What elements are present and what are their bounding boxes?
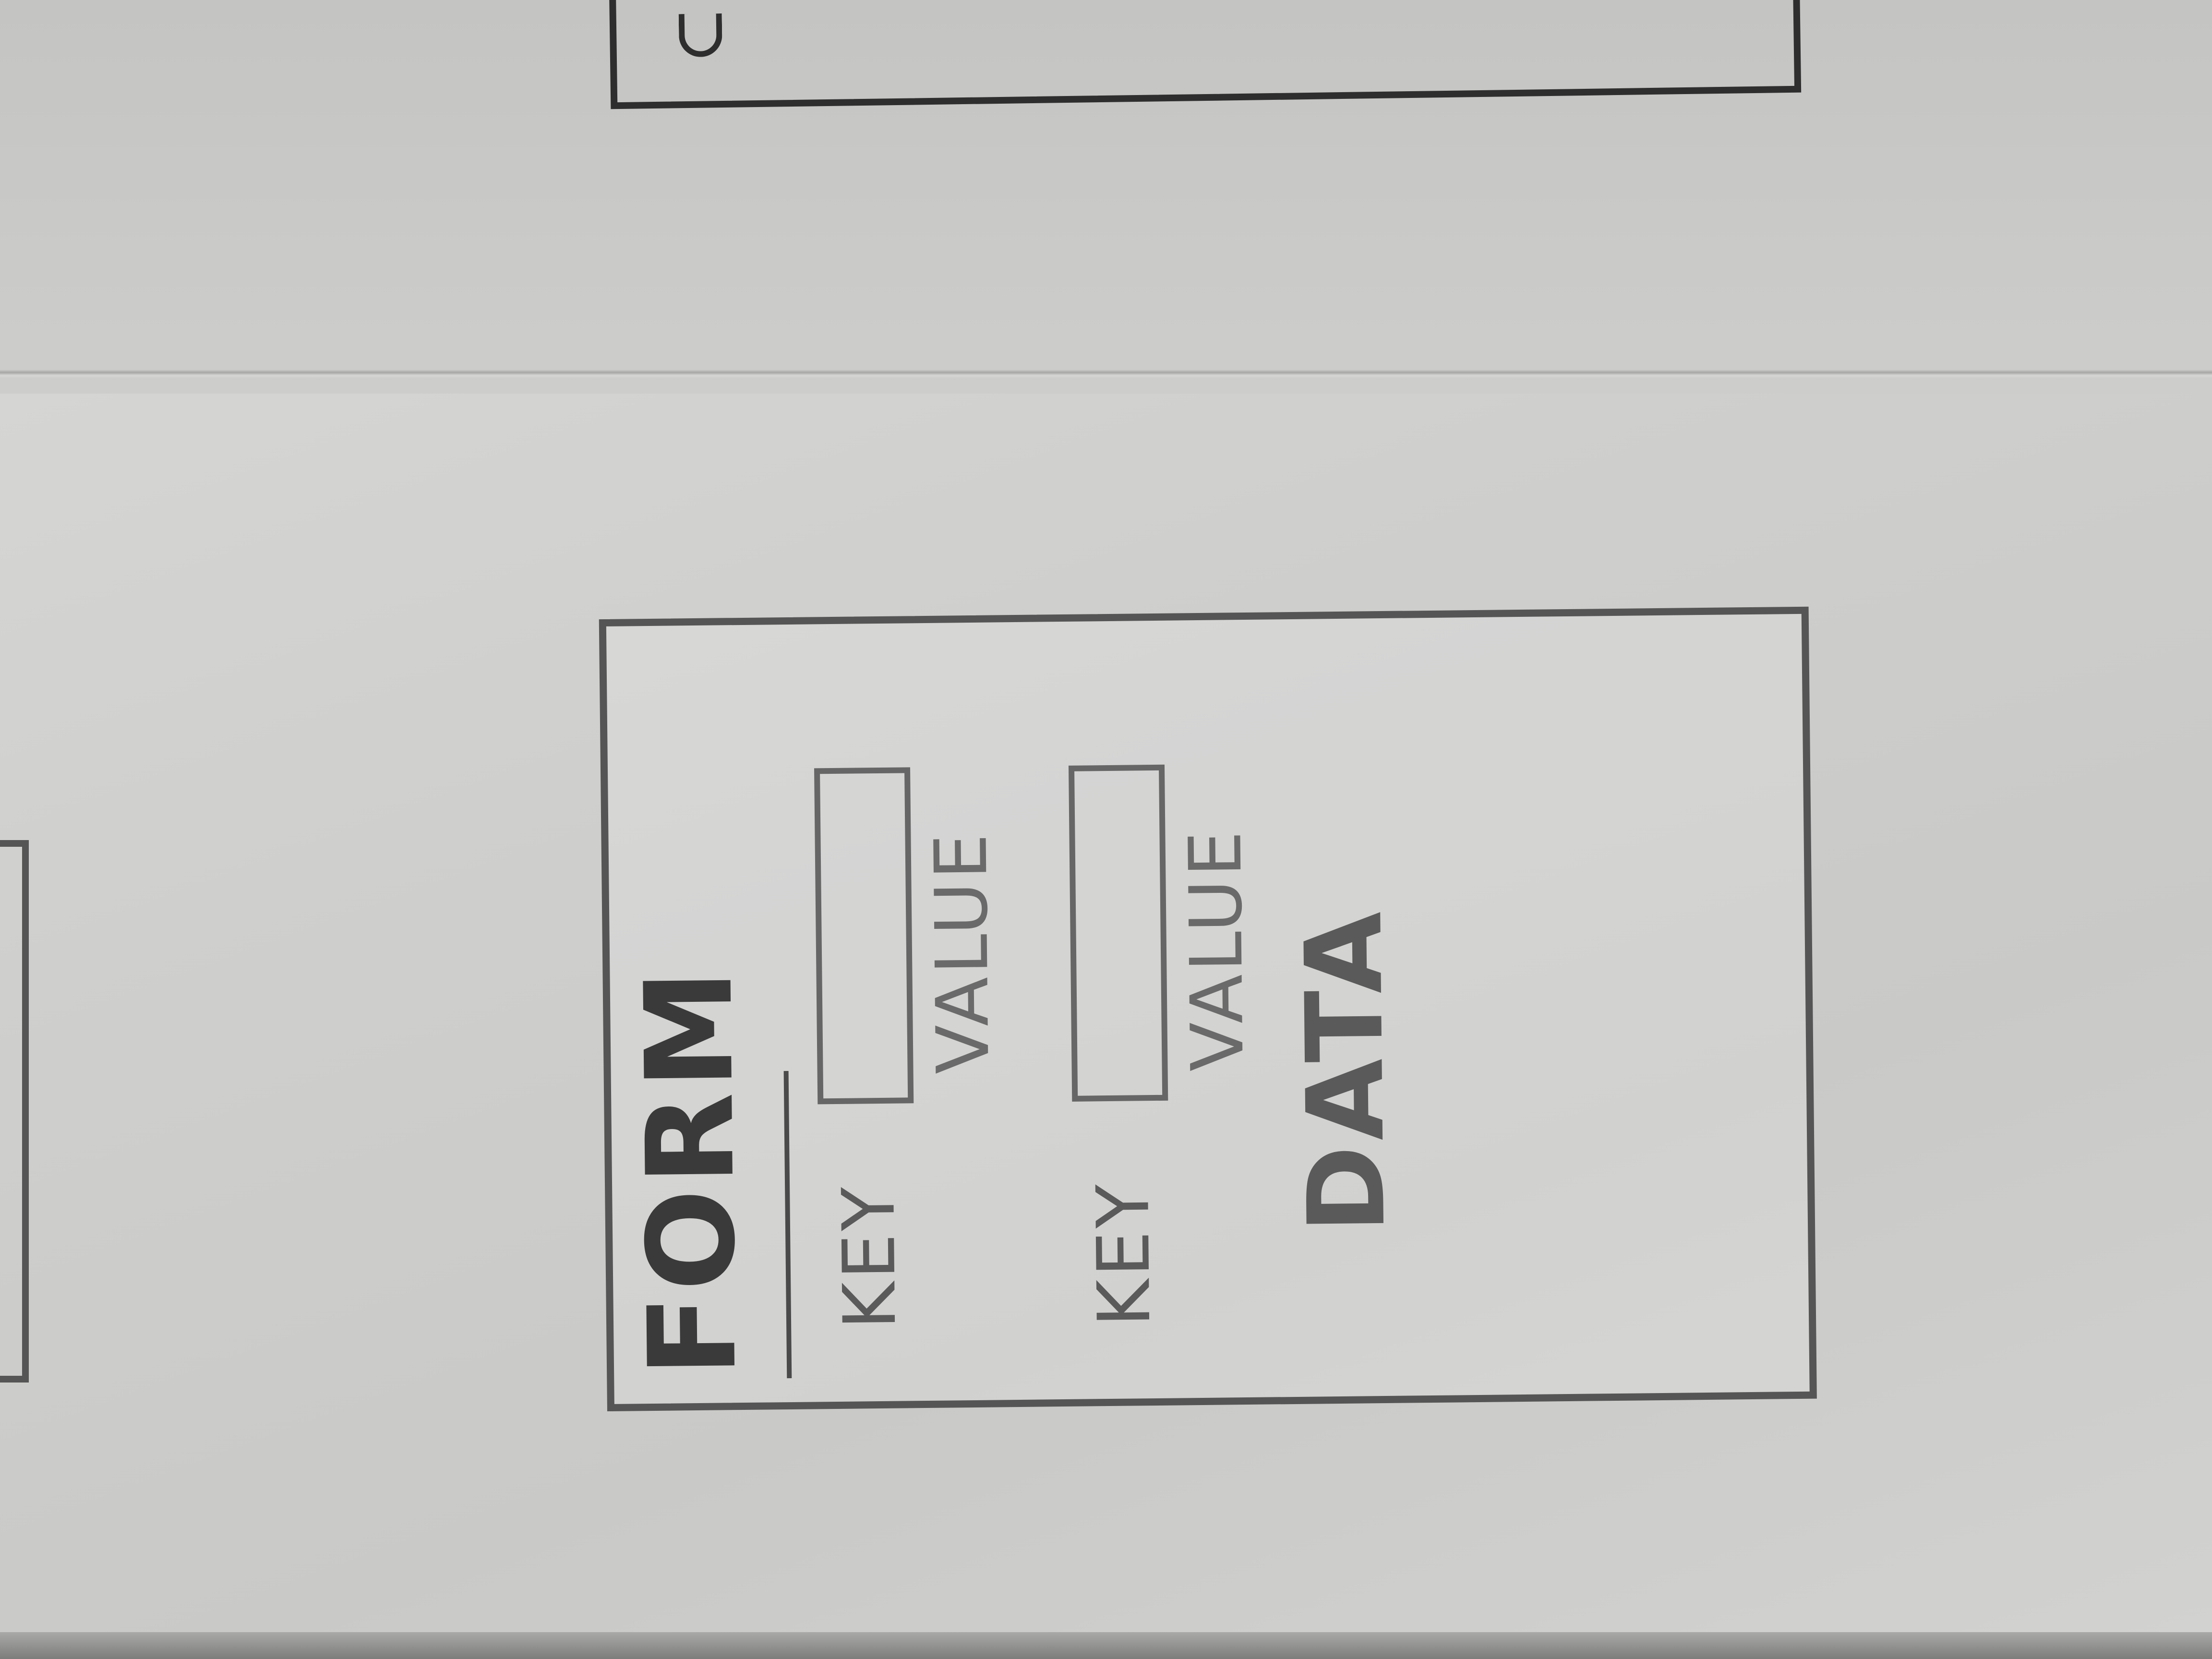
value-label-2: VALUE	[1174, 828, 1260, 1072]
form-title: FORM	[619, 965, 763, 1378]
partial-sketch-box-top	[608, 0, 1802, 109]
key-value-row-2: KEY VALUE	[1063, 270, 1260, 1327]
key-value-row-1: KEY VALUE	[809, 273, 1006, 1330]
form-card: FORM KEY VALUE KEY VALUE DATA	[599, 606, 1817, 1411]
key-input-1[interactable]	[814, 767, 914, 1105]
paper-bottom-edge	[0, 1632, 2212, 1659]
title-underline	[783, 1071, 792, 1379]
partial-glyph-icon	[678, 13, 722, 58]
data-label: DATA	[1282, 906, 1409, 1234]
key-label-2: KEY	[1082, 1181, 1167, 1327]
key-label-1: KEY	[827, 1183, 913, 1330]
partial-sketch-box-left	[0, 840, 29, 1382]
key-input-2[interactable]	[1068, 764, 1168, 1102]
value-label-1: VALUE	[919, 830, 1006, 1075]
